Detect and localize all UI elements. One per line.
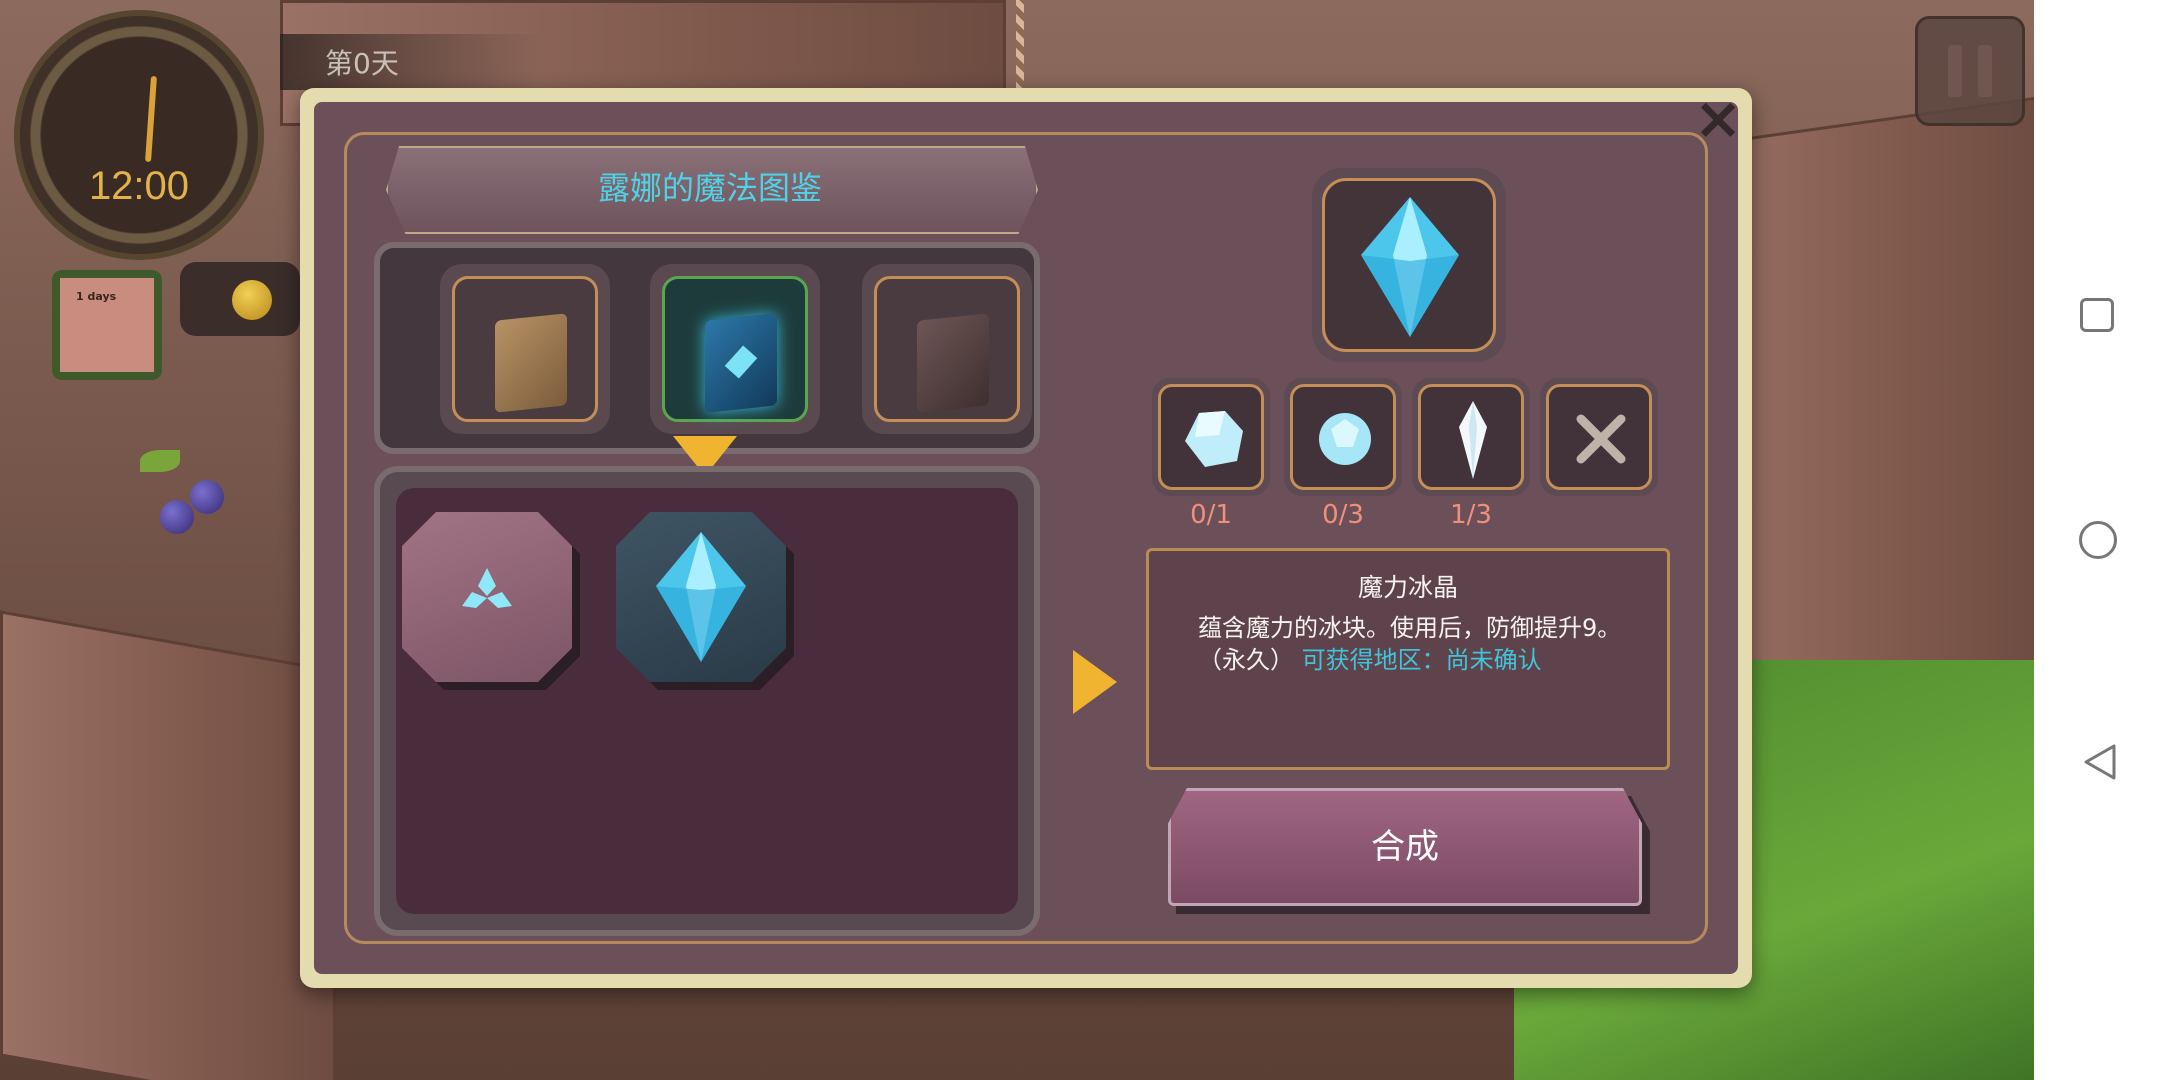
spellbook-dark-icon [917,313,989,413]
back-icon[interactable] [2078,740,2122,784]
material-slot-frame [1418,384,1524,490]
day-clock: 12:00 [14,10,264,260]
ice-orb-icon [1319,413,1371,465]
crystal-shard-icon [1459,401,1487,479]
home-icon[interactable] [2079,521,2117,559]
ice-chunk-icon [1185,411,1243,467]
close-button[interactable]: × [1690,89,1746,147]
item-source: 可获得地区：尚未确认 [1301,646,1542,674]
book-slot-frame-selected [662,276,808,422]
leaf [140,450,180,472]
empty-slot-x-icon [1576,414,1626,464]
material-count-3: 1/3 [1450,500,1492,530]
recents-icon[interactable] [2080,298,2114,332]
craft-button[interactable]: 合成 [1168,788,1650,914]
book-gem-icon [724,345,758,379]
rope [1016,0,1024,90]
recipe-slot-ice-crystal[interactable] [616,512,794,690]
item-preview-frame [1322,178,1496,352]
material-slot-frame [1158,384,1264,490]
arrow-right-icon [1073,650,1117,714]
material-count-2: 0/3 [1322,500,1364,530]
berry [160,500,194,534]
berry [190,480,224,514]
recipe-slot-triforce[interactable] [402,512,580,690]
item-name: 魔力冰晶 [1357,573,1458,602]
coin-icon [232,280,272,320]
material-slot-empty[interactable] [1540,378,1658,496]
book-slot-frame [452,276,598,422]
material-slot-1[interactable] [1152,378,1270,496]
day-banner [280,34,540,90]
book-slot-frame [874,276,1020,422]
book-slot-brown[interactable] [440,264,610,434]
item-preview [1312,168,1506,362]
day-label: 第0天 [325,47,399,80]
pause-icon [1948,45,1962,97]
book-slot-blue[interactable] [650,264,820,434]
book-slot-dark[interactable] [862,264,1032,434]
quest-note-paper: 1 days [60,278,154,372]
clock-time: 12:00 [88,164,190,208]
wood-floor [0,610,336,1080]
pause-button[interactable] [1915,16,2025,126]
material-slot-3[interactable] [1412,378,1530,496]
triforce-crystal-icon [462,568,512,608]
item-description: 蕴含魔力的冰块。使用后，防御提升9。（永久） 可获得地区：尚未确认 [1198,612,1638,676]
clock-hand [145,75,157,163]
quest-note-text: 1 days [76,290,117,303]
spellbook-blue-icon [705,313,777,413]
ice-crystal-icon [1361,197,1459,337]
spellbook-brown-icon [495,313,567,413]
quest-note[interactable]: 1 days [52,270,162,380]
material-slot-frame [1546,384,1652,490]
ice-crystal-icon [656,532,746,662]
material-slot-frame [1290,384,1396,490]
dialog-title: 露娜的魔法图鉴 [597,169,822,207]
craft-button-label: 合成 [1371,827,1439,867]
material-count-1: 0/1 [1190,500,1232,530]
material-slot-2[interactable] [1284,378,1402,496]
pause-icon [1978,45,1992,97]
